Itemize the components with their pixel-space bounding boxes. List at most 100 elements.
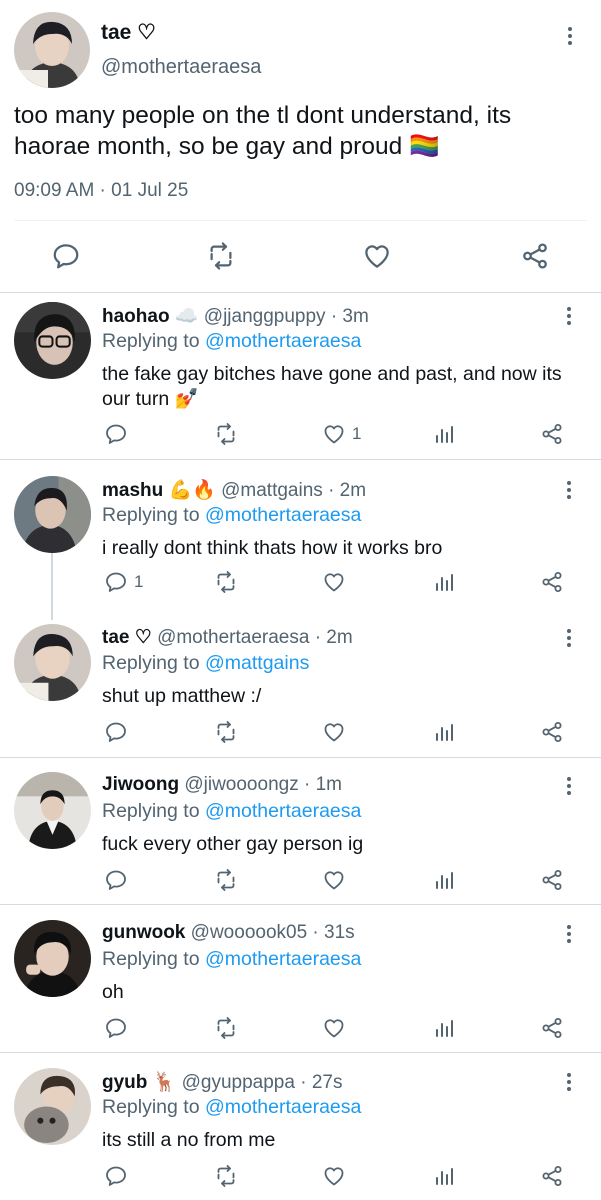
- views-button[interactable]: [432, 570, 456, 594]
- section-divider: [0, 1052, 601, 1053]
- share-button[interactable]: [540, 868, 564, 892]
- retweet-button[interactable]: [214, 868, 238, 892]
- more-options-icon[interactable]: [558, 24, 582, 48]
- views-button[interactable]: [432, 422, 456, 446]
- share-icon: [542, 722, 562, 742]
- like-button[interactable]: [322, 868, 352, 892]
- reply-text: the fake gay bitches have gone and past,…: [102, 363, 562, 410]
- replying-to: Replying to @mothertaeraesa: [102, 330, 361, 353]
- reply-avatar[interactable]: [14, 1068, 91, 1145]
- replying-to-link[interactable]: @mothertaeraesa: [205, 330, 361, 352]
- retweet-button[interactable]: [214, 422, 238, 446]
- views-button[interactable]: [432, 720, 456, 744]
- views-icon: [436, 1168, 453, 1185]
- retweet-icon[interactable]: [206, 241, 236, 271]
- reply-actions: [100, 868, 580, 894]
- reply-icon[interactable]: [51, 241, 81, 271]
- like-button[interactable]: [322, 720, 352, 744]
- reply-display-name[interactable]: gunwook: [102, 922, 185, 943]
- more-options-icon[interactable]: [557, 626, 581, 650]
- retweet-button[interactable]: [214, 570, 238, 594]
- like-icon: [324, 425, 344, 444]
- reply-display-name[interactable]: haohao ☁️: [102, 306, 199, 327]
- reply-icon: [106, 722, 126, 742]
- views-button[interactable]: [432, 868, 456, 892]
- divider: [14, 220, 587, 221]
- like-icon[interactable]: [362, 241, 392, 271]
- replying-label: Replying to: [102, 800, 200, 822]
- main-tweet-text: too many people on the tl dont understan…: [14, 102, 512, 160]
- more-options-icon[interactable]: [557, 478, 581, 502]
- reply-item[interactable]: haohao ☁️ @jjanggpuppy · 3m Replying to …: [0, 294, 601, 445]
- reply-display-name[interactable]: tae ♡: [102, 627, 152, 648]
- reply-item[interactable]: Jiwoong @jiwoooongz · 1m Replying to @mo…: [0, 764, 601, 912]
- replying-to-link[interactable]: @mattgains: [205, 652, 309, 674]
- replying-to-link[interactable]: @mothertaeraesa: [205, 800, 361, 822]
- like-button[interactable]: 1: [322, 422, 361, 446]
- share-icon[interactable]: [520, 241, 550, 271]
- reply-text: i really dont think thats how it works b…: [102, 537, 443, 559]
- reply-item[interactable]: tae ♡ @mothertaeraesa · 2m Replying to @…: [0, 616, 601, 764]
- share-icon: [542, 572, 562, 592]
- reply-avatar[interactable]: [14, 624, 91, 701]
- share-button[interactable]: [540, 720, 564, 744]
- reply-avatar[interactable]: [14, 920, 91, 997]
- retweet-icon: [217, 869, 235, 891]
- reply-button[interactable]: [104, 868, 134, 892]
- reply-avatar[interactable]: [14, 772, 91, 849]
- retweet-icon: [217, 1017, 235, 1039]
- more-options-icon[interactable]: [557, 1070, 581, 1094]
- reply-button[interactable]: [104, 720, 134, 744]
- share-button[interactable]: [540, 570, 564, 594]
- section-divider: [0, 904, 601, 905]
- views-button[interactable]: [432, 1016, 456, 1040]
- reply-text: its still a no from me: [102, 1129, 276, 1151]
- retweet-icon: [217, 571, 235, 593]
- retweet-button[interactable]: [214, 720, 238, 744]
- reply-actions: [100, 720, 580, 746]
- like-button[interactable]: [322, 1164, 352, 1188]
- like-button[interactable]: [322, 1016, 352, 1040]
- more-options-icon[interactable]: [557, 922, 581, 946]
- reply-avatar[interactable]: [14, 476, 91, 553]
- like-icon: [324, 723, 344, 742]
- reply-meta: @mothertaeraesa · 2m: [157, 627, 353, 648]
- section-divider: [0, 292, 601, 293]
- main-avatar[interactable]: [14, 12, 90, 88]
- more-options-icon[interactable]: [557, 304, 581, 328]
- reply-item[interactable]: mashu 💪🔥 @mattgains · 2m Replying to @mo…: [0, 468, 601, 616]
- reply-avatar[interactable]: [14, 302, 91, 379]
- reply-header: mashu 💪🔥 @mattgains · 2m: [102, 478, 366, 502]
- reply-button[interactable]: [104, 1016, 134, 1040]
- main-handle[interactable]: @mothertaeraesa: [101, 56, 261, 79]
- reply-meta: @gyuppappa · 27s: [181, 1072, 343, 1093]
- retweet-button[interactable]: [214, 1016, 238, 1040]
- reply-button[interactable]: [104, 422, 134, 446]
- reply-display-name[interactable]: Jiwoong: [102, 774, 179, 795]
- reply-button[interactable]: [104, 1164, 134, 1188]
- share-button[interactable]: [540, 1164, 564, 1188]
- reply-icon: [106, 424, 126, 444]
- reply-item[interactable]: gunwook @woooook05 · 31s Replying to @mo…: [0, 912, 601, 1060]
- views-button[interactable]: [432, 1164, 456, 1188]
- replying-to-link[interactable]: @mothertaeraesa: [205, 948, 361, 970]
- more-options-icon[interactable]: [557, 774, 581, 798]
- like-button[interactable]: [322, 570, 352, 594]
- share-icon: [542, 424, 562, 444]
- reply-display-name[interactable]: gyub 🦌: [102, 1072, 176, 1093]
- reply-item[interactable]: gyub 🦌 @gyuppappa · 27s Replying to @mot…: [0, 1060, 601, 1200]
- share-button[interactable]: [540, 1016, 564, 1040]
- reply-meta: @jiwoooongz · 1m: [184, 774, 342, 795]
- views-icon: [436, 1020, 453, 1037]
- reply-text: shut up matthew :/: [102, 685, 262, 707]
- reply-icon: [106, 1166, 126, 1186]
- main-display-name[interactable]: tae ♡: [101, 20, 156, 45]
- views-icon: [436, 426, 453, 443]
- replying-to-link[interactable]: @mothertaeraesa: [205, 1096, 361, 1118]
- retweet-button[interactable]: [214, 1164, 238, 1188]
- reply-header: gyub 🦌 @gyuppappa · 27s: [102, 1070, 342, 1094]
- share-button[interactable]: [540, 422, 564, 446]
- reply-display-name[interactable]: mashu 💪🔥: [102, 480, 216, 501]
- reply-button[interactable]: 1: [104, 570, 143, 594]
- replying-to-link[interactable]: @mothertaeraesa: [205, 504, 361, 526]
